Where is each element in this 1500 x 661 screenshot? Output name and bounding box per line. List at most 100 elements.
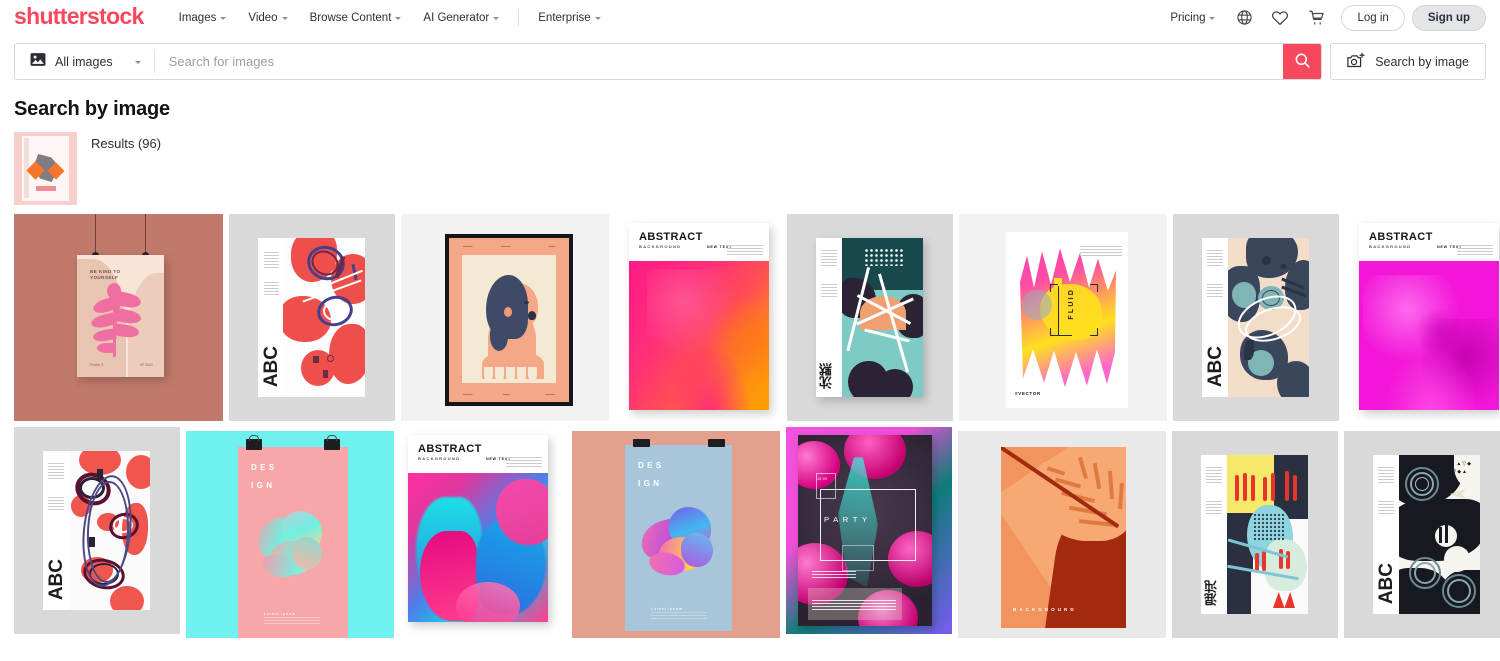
poster-design-2: IGN [251, 481, 276, 490]
poster-line-marks [264, 617, 320, 626]
result-tile-14[interactable]: BACKGROUND [958, 431, 1166, 638]
poster-vector-label: #VECTOR [1015, 391, 1041, 396]
result-tile-11[interactable]: ABSTRACT BACKGROUND NEW TEXT [400, 427, 566, 634]
search-box: All images [14, 43, 1323, 80]
poster-subtitle: BACKGROUND [1369, 244, 1412, 249]
result-tile-12[interactable]: DES IGN Lorem ipsum [572, 431, 780, 638]
result-tile-16[interactable]: ▲▽◆ ▽◆▲ ABC [1344, 431, 1500, 638]
search-by-image-button[interactable]: Search by image [1330, 43, 1486, 80]
poster-line-marks [1378, 501, 1394, 516]
result-tile-4[interactable]: ABSTRACT BACKGROUND NEW TEXT [615, 214, 781, 421]
nav-item-images[interactable]: Images [168, 6, 238, 30]
camera-plus-icon [1347, 52, 1366, 72]
poster-caption: Lorem ipsum [264, 611, 296, 616]
poster-caption: BE KIND TO [90, 269, 121, 274]
poster-line-marks [1080, 246, 1122, 256]
chevron-down-icon [395, 17, 402, 20]
result-tile-2[interactable]: ABC [229, 214, 395, 421]
result-tile-3[interactable]: ▬▬▬ ▬▬▬ ▬▬ ▬▬▬ ▬▬ ▬▬▬ [401, 214, 609, 421]
poster-fluid-label: FLUID [1068, 288, 1075, 320]
nav-item-video[interactable]: Video [237, 6, 298, 30]
poster-abc-label: ABC [1376, 562, 1397, 604]
results-row-2: ABC DES IGN Lorem ipsum ABSTRACT BACKGRO… [14, 427, 1500, 638]
poster-jp-label: 混沌 [1204, 580, 1219, 606]
chevron-down-icon [493, 17, 500, 20]
nav-item-pricing[interactable]: Pricing [1159, 6, 1226, 30]
chevron-down-icon [1209, 17, 1216, 20]
search-input[interactable] [154, 44, 1284, 79]
nav-label: Browse Content [309, 11, 392, 24]
search-category-dropdown[interactable]: All images [15, 44, 154, 79]
poster-line-marks [1207, 250, 1223, 268]
poster-subtitle: BACKGROUND [639, 244, 682, 249]
chevron-down-icon [220, 17, 227, 20]
header-actions: Pricing Log in Sign up [1159, 3, 1486, 33]
poster-line-marks [727, 245, 763, 257]
poster-line-marks [821, 250, 837, 268]
results-row-1: BE KIND TO YOURSELF Poster 1 Nº 2022 ABC… [14, 214, 1500, 421]
poster-line-marks [1207, 284, 1223, 299]
poster-line-marks [1206, 467, 1222, 485]
search-submit-button[interactable] [1283, 44, 1322, 79]
result-tile-9[interactable]: ABC [14, 427, 180, 634]
poster-meta: Poster 1 [90, 363, 104, 367]
poster-design-1: DES [251, 463, 278, 472]
nav-item-ai-generator[interactable]: AI Generator [412, 6, 510, 30]
poster-line-marks [48, 463, 64, 481]
signup-button[interactable]: Sign up [1411, 4, 1486, 31]
poster-line-marks [821, 284, 837, 299]
poster-party-label: PARTY [824, 515, 872, 524]
nav-item-enterprise[interactable]: Enterprise [527, 6, 611, 30]
search-icon [1294, 52, 1311, 72]
poster-line-marks [1378, 467, 1394, 485]
poster-abc-label: ABC [1205, 345, 1226, 387]
result-tile-10[interactable]: DES IGN Lorem ipsum [186, 431, 394, 638]
site-header: shutterstock Images Video Browse Content… [0, 0, 1500, 35]
nav-divider [518, 9, 520, 26]
results-header: Results (96) [0, 121, 1500, 205]
poster-subtitle: BACKGROUND [418, 456, 461, 461]
shopping-cart-icon[interactable] [1301, 3, 1331, 33]
poster-line-marks [812, 571, 856, 580]
result-tile-6[interactable]: FLUID #VECTOR [959, 214, 1167, 421]
heart-icon[interactable] [1265, 3, 1295, 33]
poster-caption: YOURSELF [90, 275, 119, 280]
poster-design-1: DES [638, 461, 665, 470]
nav-label: AI Generator [423, 11, 490, 24]
globe-icon[interactable] [1229, 3, 1259, 33]
poster-jp-label: 沈黙 [819, 363, 834, 389]
poster-line-marks [506, 457, 542, 469]
poster-line-marks [264, 282, 279, 297]
result-tile-1[interactable]: BE KIND TO YOURSELF Poster 1 Nº 2022 [14, 214, 223, 421]
result-tile-15[interactable]: 混沌 [1172, 431, 1338, 638]
query-image-thumbnail[interactable] [14, 132, 77, 205]
nav-item-browse-content[interactable]: Browse Content [299, 6, 413, 30]
poster-line-marks [1206, 501, 1222, 516]
search-bar: All images Search by image [0, 35, 1500, 90]
poster-meta: Nº 2022 [140, 363, 153, 367]
nav-label: Pricing [1170, 11, 1206, 24]
poster-line-marks [48, 497, 64, 512]
login-button[interactable]: Log in [1341, 4, 1405, 31]
page-title: Search by image [14, 98, 170, 120]
shutterstock-logo[interactable]: shutterstock [14, 5, 144, 28]
image-icon [30, 52, 46, 72]
search-category-label: All images [55, 54, 113, 69]
poster-design-2: IGN [638, 479, 663, 488]
primary-nav: Images Video Browse Content AI Generator… [168, 6, 612, 30]
poster-abc-label: ABC [46, 558, 67, 600]
results-count: Results (96) [91, 136, 162, 151]
result-tile-7[interactable]: ABC [1173, 214, 1339, 421]
poster-line-marks [812, 600, 896, 612]
nav-label: Enterprise [538, 11, 591, 24]
poster-line-marks [1457, 245, 1493, 257]
poster-line-marks [264, 252, 279, 270]
nav-label: Images [178, 11, 217, 24]
chevron-down-icon [594, 17, 601, 20]
result-tile-13[interactable]: 18:00 PARTY [786, 427, 952, 634]
chevron-down-icon [281, 17, 288, 20]
result-tile-5[interactable]: 沈黙 [787, 214, 953, 421]
poster-caption: BACKGROUND [1013, 607, 1077, 612]
result-tile-8[interactable]: ABSTRACT BACKGROUND NEW TEXT [1345, 214, 1500, 421]
nav-label: Video [248, 11, 278, 24]
